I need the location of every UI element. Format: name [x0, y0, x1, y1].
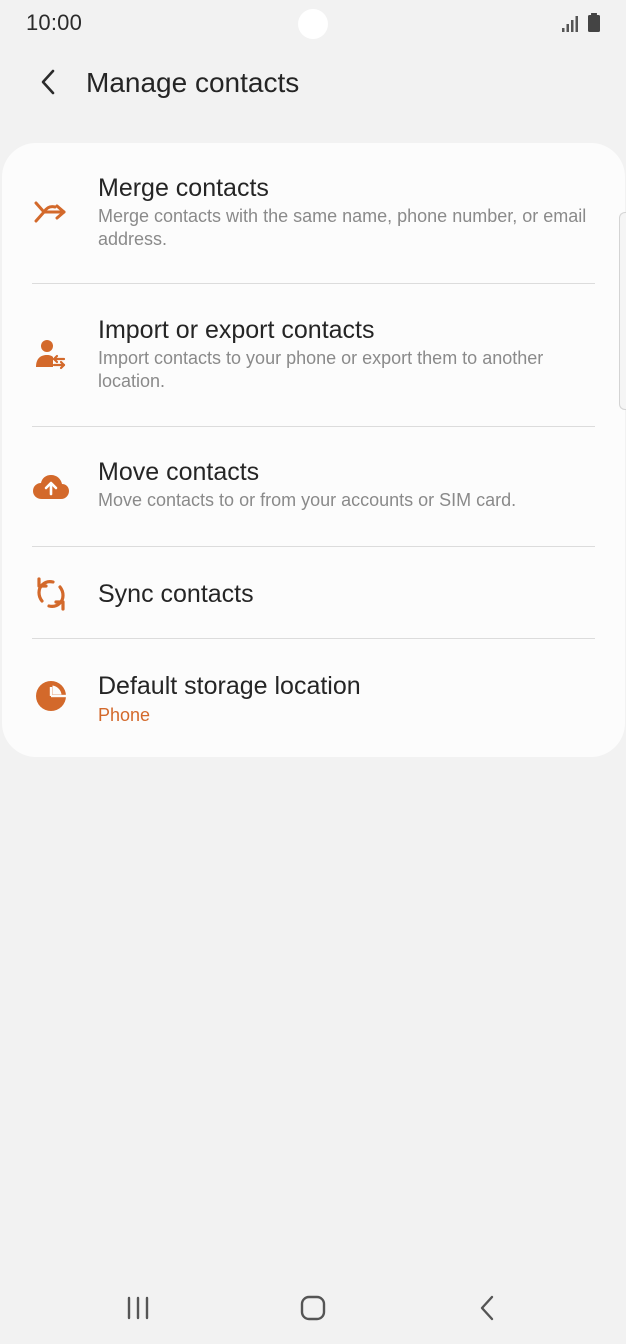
scroll-indicator[interactable]	[619, 212, 626, 410]
status-time: 10:00	[26, 10, 83, 35]
menu-item-title: Move contacts	[98, 458, 260, 486]
status-bar: 10:00	[0, 0, 626, 48]
home-icon	[300, 1295, 326, 1321]
signal-icon	[562, 16, 578, 32]
sync-icon	[32, 577, 70, 611]
home-button[interactable]	[293, 1290, 333, 1326]
menu-item-merge-contacts[interactable]: Merge contacts Merge contacts with the s…	[32, 143, 595, 284]
manage-contacts-menu: Merge contacts Merge contacts with the s…	[2, 143, 625, 757]
menu-item-sync-contacts[interactable]: Sync contacts	[32, 547, 595, 639]
navigation-bar	[0, 1270, 626, 1344]
menu-item-description: Import contacts to your phone or export …	[98, 348, 544, 391]
import-export-person-icon	[32, 339, 70, 371]
menu-item-description: Merge contacts with the same name, phone…	[98, 206, 587, 249]
battery-icon	[588, 13, 600, 32]
app-bar: Manage contacts	[0, 48, 626, 120]
menu-item-import-export-contacts[interactable]: Import or export contacts Import contact…	[32, 284, 595, 427]
menu-item-description: Move contacts to or from your accounts o…	[98, 490, 517, 510]
storage-pie-icon	[32, 680, 70, 712]
camera-cutout	[298, 9, 328, 39]
storage-location-value: Phone	[98, 705, 151, 725]
recent-apps-icon	[127, 1296, 149, 1320]
merge-icon	[32, 199, 70, 225]
menu-item-title: Sync contacts	[98, 580, 254, 608]
cloud-upload-icon	[32, 474, 70, 500]
page-title: Manage contacts	[86, 67, 300, 98]
back-arrow-icon	[41, 69, 55, 95]
menu-item-title: Merge contacts	[98, 174, 269, 202]
menu-item-title: Import or export contacts	[98, 316, 375, 344]
back-button[interactable]	[30, 64, 66, 100]
recent-apps-button[interactable]	[118, 1290, 158, 1326]
menu-item-title: Default storage location	[98, 672, 361, 700]
status-icons	[562, 13, 602, 33]
nav-back-button[interactable]	[468, 1290, 508, 1326]
back-icon	[480, 1295, 494, 1321]
menu-item-move-contacts[interactable]: Move contacts Move contacts to or from y…	[32, 427, 595, 547]
menu-item-default-storage-location[interactable]: Default storage location Phone	[32, 639, 595, 757]
